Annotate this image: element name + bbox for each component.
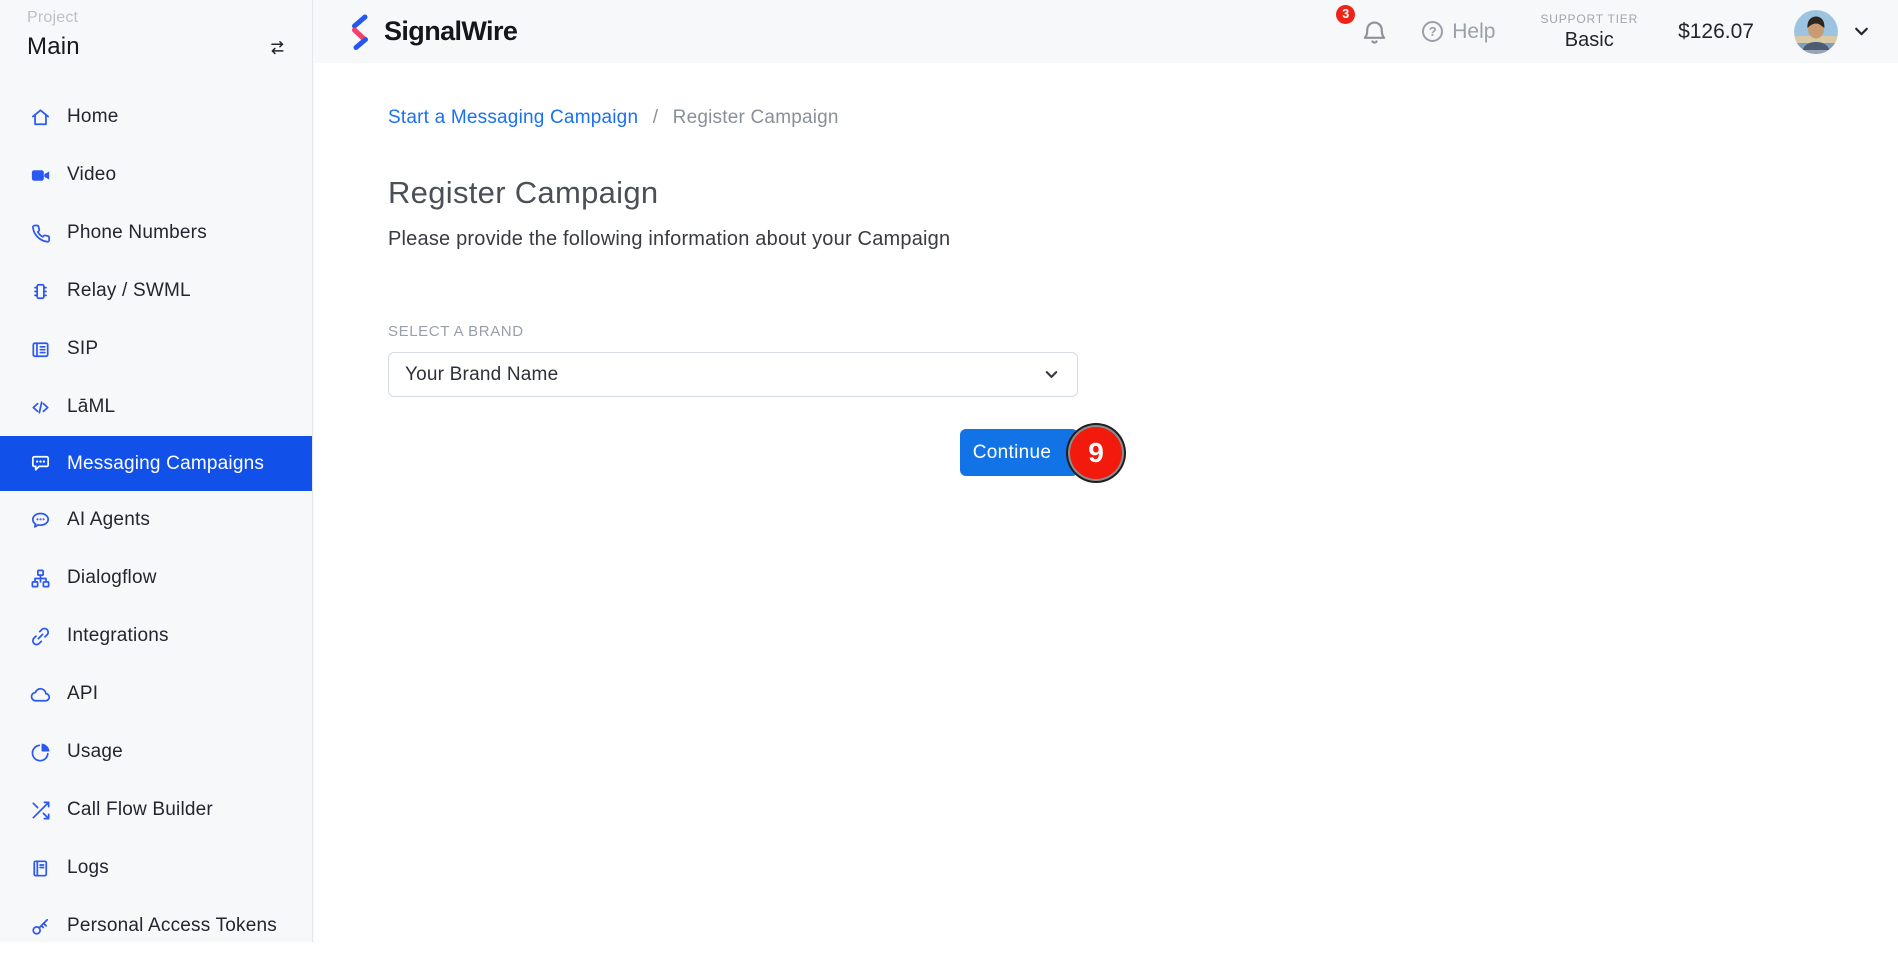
support-tier: SUPPORT TIER Basic: [1540, 12, 1638, 52]
message-bubble-icon: [29, 452, 52, 475]
sidebar-item-label: Usage: [67, 741, 123, 763]
notification-count-badge: 3: [1336, 5, 1355, 24]
sitemap-icon: [29, 567, 52, 590]
sidebar-item-label: Logs: [67, 857, 109, 879]
sidebar-item-relay-swml[interactable]: Relay / SWML: [0, 262, 312, 320]
sidebar-item-dialogflow[interactable]: Dialogflow: [0, 549, 312, 607]
pie-chart-icon: [29, 741, 52, 764]
help-label: Help: [1452, 20, 1495, 44]
sidebar-item-label: LāML: [67, 396, 115, 418]
header-actions: 3 ? Help SUPPORT TIER Basic $126.07: [1360, 10, 1898, 54]
brand-name: SignalWire: [384, 16, 517, 47]
sidebar-item-label: Video: [67, 164, 116, 186]
phone-icon: [29, 222, 52, 245]
sidebar: Project Main Home Video Phone Numbers Relay…: [0, 0, 313, 942]
breadcrumb-parent-link[interactable]: Start a Messaging Campaign: [388, 107, 638, 128]
breadcrumb-current: Register Campaign: [673, 107, 839, 128]
sidebar-item-video[interactable]: Video: [0, 146, 312, 204]
chevron-down-icon[interactable]: [1851, 21, 1872, 42]
link-icon: [29, 625, 52, 648]
page-title: Register Campaign: [388, 175, 658, 211]
key-icon: [29, 915, 52, 938]
sidebar-item-label: Integrations: [67, 625, 169, 647]
sidebar-item-label: Dialogflow: [67, 567, 157, 589]
support-tier-value: Basic: [1540, 29, 1638, 52]
sidebar-item-usage[interactable]: Usage: [0, 723, 312, 781]
avatar[interactable]: [1794, 10, 1838, 54]
help-icon: ?: [1422, 21, 1443, 42]
sidebar-item-label: Relay / SWML: [67, 280, 191, 302]
sidebar-item-label: AI Agents: [67, 509, 150, 531]
shuffle-icon: [29, 799, 52, 822]
logs-book-icon: [29, 857, 52, 880]
desk-phone-icon: [29, 338, 52, 361]
sidebar-item-integrations[interactable]: Integrations: [0, 607, 312, 665]
sidebar-item-label: SIP: [67, 338, 98, 360]
sidebar-item-logs[interactable]: Logs: [0, 839, 312, 897]
brand-select[interactable]: Your Brand Name: [388, 352, 1078, 397]
notifications-bell-icon[interactable]: 3: [1360, 17, 1389, 47]
brand-select-value: Your Brand Name: [405, 364, 558, 386]
sidebar-item-personal-access-tokens[interactable]: Personal Access Tokens: [0, 897, 312, 955]
brand-field-label: SELECT A BRAND: [388, 323, 524, 340]
sidebar-item-label: Home: [67, 106, 118, 128]
project-name: Main: [27, 33, 80, 61]
support-tier-label: SUPPORT TIER: [1540, 12, 1638, 26]
cloud-icon: [29, 683, 52, 706]
home-icon: [29, 106, 52, 129]
sidebar-item-home[interactable]: Home: [0, 88, 312, 146]
annotation-step-badge: 9: [1070, 427, 1122, 479]
sidebar-item-ai-agents[interactable]: AI Agents: [0, 491, 312, 549]
sidebar-item-messaging-campaigns[interactable]: Messaging Campaigns: [0, 436, 312, 491]
video-icon: [29, 164, 52, 187]
sidebar-item-l-ml[interactable]: LāML: [0, 378, 312, 436]
signalwire-logo[interactable]: SignalWire: [345, 13, 517, 51]
breadcrumb: Start a Messaging Campaign / Register Ca…: [388, 107, 839, 129]
sidebar-item-sip[interactable]: SIP: [0, 320, 312, 378]
sidebar-item-label: Call Flow Builder: [67, 799, 213, 821]
account-balance: $126.07: [1678, 20, 1754, 44]
project-switch-icon[interactable]: [264, 38, 290, 58]
sidebar-nav: Home Video Phone Numbers Relay / SWML SIP LāM…: [0, 88, 312, 955]
continue-button[interactable]: Continue: [960, 429, 1078, 476]
select-chevron-down-icon: [1042, 365, 1061, 384]
chip-icon: [29, 280, 52, 303]
top-header: SignalWire 3 ? Help SUPPORT TIER Basic $…: [314, 0, 1898, 63]
page-subtitle: Please provide the following information…: [388, 228, 950, 251]
project-switcher: Project Main: [27, 9, 80, 61]
sidebar-item-label: Messaging Campaigns: [67, 453, 264, 475]
signalwire-logo-icon: [345, 13, 374, 51]
speech-bubble-icon: [29, 509, 52, 532]
code-icon: [29, 396, 52, 419]
app-root: Project Main Home Video Phone Numbers Relay…: [0, 0, 1898, 942]
breadcrumb-separator: /: [653, 107, 658, 128]
sidebar-item-api[interactable]: API: [0, 665, 312, 723]
sidebar-item-label: API: [67, 683, 98, 705]
project-label: Project: [27, 9, 80, 27]
help-button[interactable]: ? Help: [1422, 20, 1495, 44]
sidebar-item-phone-numbers[interactable]: Phone Numbers: [0, 204, 312, 262]
sidebar-item-label: Phone Numbers: [67, 222, 207, 244]
main-content: Start a Messaging Campaign / Register Ca…: [314, 63, 1898, 942]
sidebar-item-label: Personal Access Tokens: [67, 915, 277, 937]
sidebar-item-call-flow-builder[interactable]: Call Flow Builder: [0, 781, 312, 839]
